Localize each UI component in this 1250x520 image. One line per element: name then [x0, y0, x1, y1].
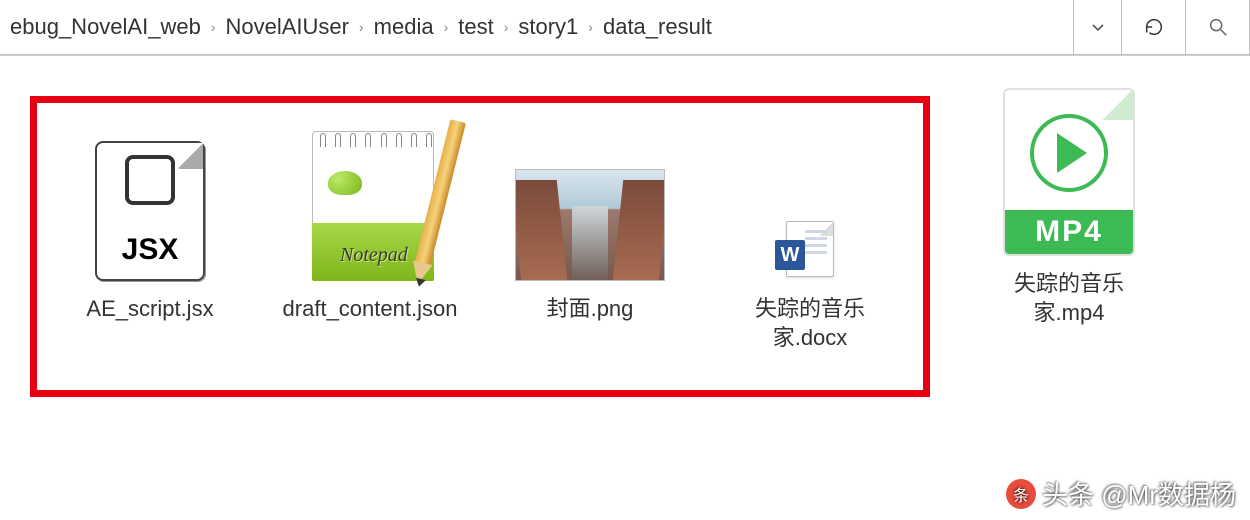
notepadpp-file-icon: Notepad	[295, 121, 445, 281]
chevron-down-icon	[1090, 19, 1106, 35]
search-input[interactable]	[1186, 0, 1250, 55]
file-label: 封面.png	[547, 295, 634, 324]
selection-highlight: JSX AE_script.jsx Notepad draft_content.…	[30, 96, 930, 397]
file-item-json[interactable]: Notepad draft_content.json	[275, 121, 465, 324]
chevron-right-icon: ›	[504, 19, 509, 35]
breadcrumb-item-5[interactable]: data_result	[601, 10, 714, 44]
jsx-badge-text: JSX	[122, 233, 179, 267]
chevron-right-icon: ›	[444, 19, 449, 35]
breadcrumb-item-3[interactable]: test	[456, 10, 495, 44]
file-label: AE_script.jsx	[86, 295, 213, 324]
docx-file-icon: W	[735, 121, 885, 281]
notepadpp-label: Notepad	[340, 244, 408, 267]
file-item-mp4[interactable]: MP4 失踪的音乐家.mp4	[974, 96, 1164, 327]
file-label: draft_content.json	[283, 295, 458, 324]
jsx-file-icon: JSX	[75, 121, 225, 281]
breadcrumb-item-2[interactable]: media	[372, 10, 436, 44]
chevron-right-icon: ›	[211, 19, 216, 35]
play-icon	[1030, 114, 1108, 192]
file-content-pane[interactable]: JSX AE_script.jsx Notepad draft_content.…	[0, 56, 1250, 397]
breadcrumb-item-0[interactable]: ebug_NovelAI_web	[8, 10, 203, 44]
chevron-right-icon: ›	[588, 19, 593, 35]
file-label: 失踪的音乐家.mp4	[979, 270, 1159, 327]
mp4-file-icon: MP4	[994, 96, 1144, 256]
png-thumbnail-icon	[515, 121, 665, 281]
file-item-png[interactable]: 封面.png	[495, 121, 685, 324]
breadcrumb-item-4[interactable]: story1	[516, 10, 580, 44]
breadcrumb-dropdown-button[interactable]	[1074, 0, 1122, 55]
file-label: 失踪的音乐家.docx	[720, 295, 900, 352]
mp4-badge-text: MP4	[1005, 210, 1133, 254]
address-bar: ebug_NovelAI_web › NovelAIUser › media ›…	[0, 0, 1250, 56]
breadcrumb[interactable]: ebug_NovelAI_web › NovelAIUser › media ›…	[0, 0, 1074, 55]
file-item-jsx[interactable]: JSX AE_script.jsx	[55, 121, 245, 324]
chevron-right-icon: ›	[359, 19, 364, 35]
watermark: 条 头条 @Mr数据杨	[1006, 475, 1236, 512]
search-icon	[1207, 16, 1229, 38]
watermark-text: 头条 @Mr数据杨	[1042, 475, 1236, 512]
word-badge: W	[775, 240, 805, 270]
file-item-docx[interactable]: W 失踪的音乐家.docx	[715, 121, 905, 352]
watermark-logo-icon: 条	[1006, 479, 1036, 509]
breadcrumb-item-1[interactable]: NovelAIUser	[223, 10, 350, 44]
refresh-icon	[1143, 16, 1165, 38]
refresh-button[interactable]	[1122, 0, 1186, 55]
